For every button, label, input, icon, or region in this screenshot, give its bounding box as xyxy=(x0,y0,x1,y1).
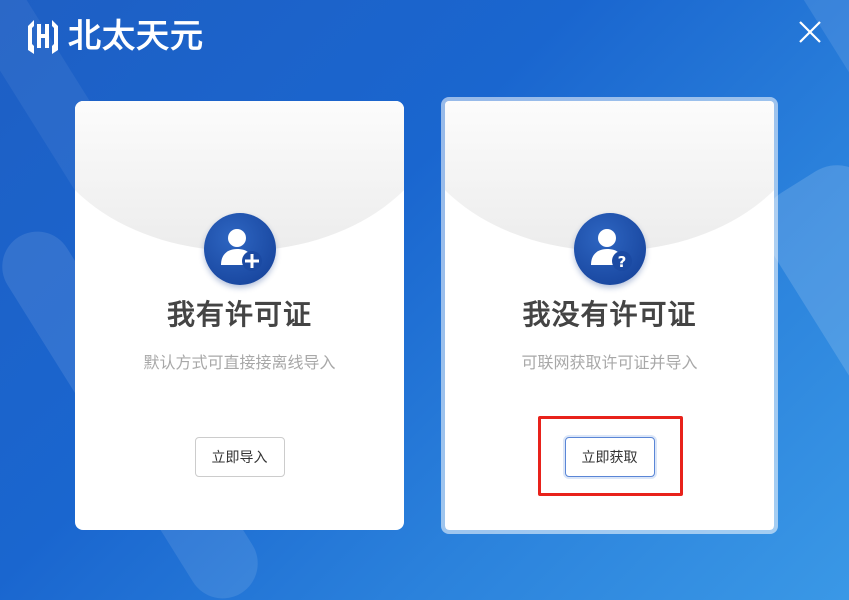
card-title: 我有许可证 xyxy=(166,298,312,331)
have-license-card: 我有许可证 默认方式可直接接离线导入 立即导入 xyxy=(75,101,404,530)
close-button[interactable] xyxy=(796,18,824,46)
get-now-button[interactable]: 立即获取 xyxy=(564,437,655,477)
brand-logo: 北太天元 xyxy=(24,16,204,56)
import-now-button[interactable]: 立即导入 xyxy=(194,437,285,477)
card-description: 可联网获取许可证并导入 xyxy=(521,353,698,372)
user-add-icon xyxy=(203,213,276,285)
close-icon xyxy=(799,21,821,43)
card-title: 我没有许可证 xyxy=(522,298,697,331)
svg-text:?: ? xyxy=(617,253,626,271)
user-question-icon: ? xyxy=(573,213,646,285)
brand-mark-icon xyxy=(28,20,58,54)
no-license-card: ? 我没有许可证 可联网获取许可证并导入 立即获取 xyxy=(441,97,778,534)
brand-name: 北太天元 xyxy=(68,16,204,55)
card-description: 默认方式可直接接离线导入 xyxy=(143,353,336,372)
